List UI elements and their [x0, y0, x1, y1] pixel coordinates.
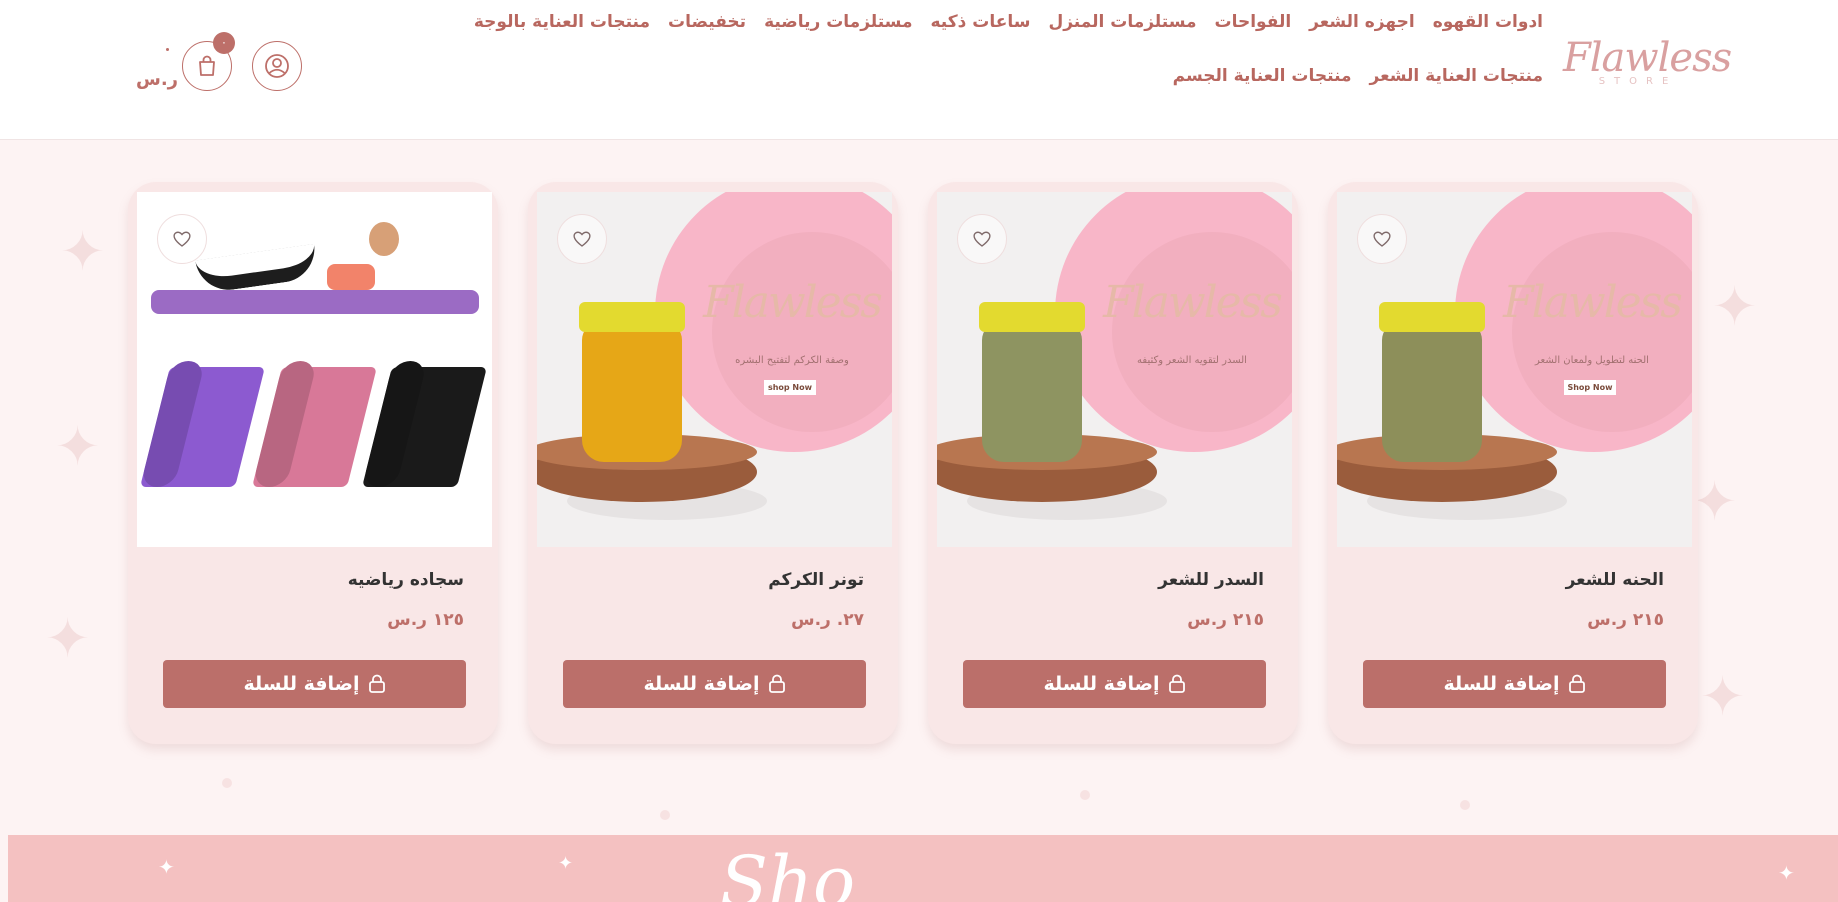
lock-bag-icon	[368, 674, 385, 693]
cart-count-badge: ٠	[213, 32, 235, 54]
product-price: ٢٧. ر.س	[791, 610, 864, 630]
product-image[interactable]: Flawless الحنه لتطويل ولمعان الشعر Shop …	[1337, 192, 1692, 547]
product-card[interactable]: Flawless الحنه لتطويل ولمعان الشعر Shop …	[1328, 182, 1698, 744]
sparkle-decoration: ✦	[158, 855, 175, 879]
sparkle-decoration: ✦	[45, 607, 91, 670]
image-tagline: السدر لتقويه الشعر وكثيفه	[1137, 355, 1247, 366]
add-to-cart-button[interactable]: إضافة للسلة	[963, 660, 1266, 708]
product-card[interactable]: سجاده رياضيه ١٢٥ ر.س إضافة للسلة	[128, 182, 498, 744]
heart-icon	[173, 231, 191, 247]
profile-button[interactable]	[252, 41, 302, 91]
product-card[interactable]: Flawless السدر لتقويه الشعر وكثيفه السدر…	[928, 182, 1298, 744]
dot-decoration	[1460, 800, 1470, 810]
wishlist-button[interactable]	[557, 214, 607, 264]
product-title[interactable]: الحنه للشعر	[1566, 570, 1664, 590]
cart-total-amount	[166, 48, 169, 51]
nav-item-discounts[interactable]: تخفيضات	[668, 10, 746, 34]
dot-decoration	[1080, 790, 1090, 800]
image-logo: Flawless	[703, 277, 883, 328]
sparkle-decoration: ✦	[1712, 275, 1758, 338]
add-to-cart-button[interactable]: إضافة للسلة	[163, 660, 466, 708]
sparkle-decoration: ✦	[1700, 665, 1746, 728]
heart-icon	[973, 231, 991, 247]
image-logo: Flawless	[1103, 277, 1283, 328]
product-title[interactable]: تونر الكركم	[768, 570, 864, 590]
lock-bag-icon	[768, 674, 785, 693]
lock-bag-icon	[1568, 674, 1585, 693]
dot-decoration	[222, 778, 232, 788]
sparkle-decoration: ✦	[558, 853, 574, 874]
add-to-cart-button[interactable]: إضافة للسلة	[563, 660, 866, 708]
sparkle-decoration: ✦	[1692, 470, 1738, 533]
product-title[interactable]: السدر للشعر	[1158, 570, 1264, 590]
nav-item-body-care[interactable]: منتجات العناية الجسم	[1173, 64, 1352, 88]
product-image[interactable]: Flawless وصفة الكركم لتفتيح البشره shop …	[537, 192, 892, 547]
wishlist-button[interactable]	[957, 214, 1007, 264]
user-icon	[265, 54, 289, 78]
nav-item-smart-watches[interactable]: ساعات ذكيه	[930, 10, 1030, 34]
nav-item-hair-care[interactable]: منتجات العناية الشعر	[1370, 64, 1543, 88]
add-to-cart-label: إضافة للسلة	[1443, 673, 1560, 695]
logo-text: Flawless	[1563, 35, 1732, 81]
heart-icon	[1373, 231, 1391, 247]
sparkle-decoration: ✦	[55, 415, 101, 478]
image-tagline: الحنه لتطويل ولمعان الشعر	[1535, 355, 1649, 366]
banner-heading: Sho	[720, 841, 856, 902]
nav-item-hair-devices[interactable]: اجهزه الشعر	[1309, 10, 1415, 34]
image-shop-now: Shop Now	[1564, 380, 1616, 395]
shop-banner: ✦ ✦ ✦ Sho	[8, 835, 1838, 902]
product-price: ٢١٥ ر.س	[1587, 610, 1664, 630]
nav-item-diffusers[interactable]: الفواحات	[1215, 10, 1292, 34]
product-price: ١٢٥ ر.س	[387, 610, 464, 630]
product-card[interactable]: Flawless وصفة الكركم لتفتيح البشره shop …	[528, 182, 898, 744]
sparkle-decoration: ✦	[1778, 861, 1795, 885]
shopping-bag-icon	[199, 55, 215, 76]
nav-item-face-care[interactable]: منتجات العناية بالوجة	[474, 10, 650, 34]
add-to-cart-label: إضافة للسلة	[1043, 673, 1160, 695]
cart-total: ر.س	[136, 69, 179, 90]
add-to-cart-button[interactable]: إضافة للسلة	[1363, 660, 1666, 708]
product-image[interactable]	[137, 192, 492, 547]
add-to-cart-label: إضافة للسلة	[243, 673, 360, 695]
product-image[interactable]: Flawless السدر لتقويه الشعر وكثيفه	[937, 192, 1292, 547]
sparkle-decoration: ✦	[60, 220, 106, 283]
wishlist-button[interactable]	[157, 214, 207, 264]
product-price: ٢١٥ ر.س	[1187, 610, 1264, 630]
nav-item-sports-supplies[interactable]: مستلزمات رياضية	[764, 10, 912, 34]
nav-item-home-supplies[interactable]: مستلزمات المنزل	[1048, 10, 1196, 34]
lock-bag-icon	[1168, 674, 1185, 693]
image-tagline: وصفة الكركم لتفتيح البشره	[735, 355, 849, 366]
heart-icon	[573, 231, 591, 247]
wishlist-button[interactable]	[1357, 214, 1407, 264]
dot-decoration	[660, 810, 670, 820]
image-logo: Flawless	[1503, 277, 1683, 328]
image-shop-now: shop Now	[764, 380, 816, 395]
product-title[interactable]: سجاده رياضيه	[348, 570, 464, 590]
site-header: Flawless STORE ادوات القهوه اجهزه الشعر …	[0, 0, 1838, 140]
main-navigation: ادوات القهوه اجهزه الشعر الفواحات مستلزم…	[383, 10, 1543, 88]
store-logo[interactable]: Flawless STORE	[1563, 34, 1732, 96]
add-to-cart-label: إضافة للسلة	[643, 673, 760, 695]
nav-item-coffee-tools[interactable]: ادوات القهوه	[1433, 10, 1543, 34]
